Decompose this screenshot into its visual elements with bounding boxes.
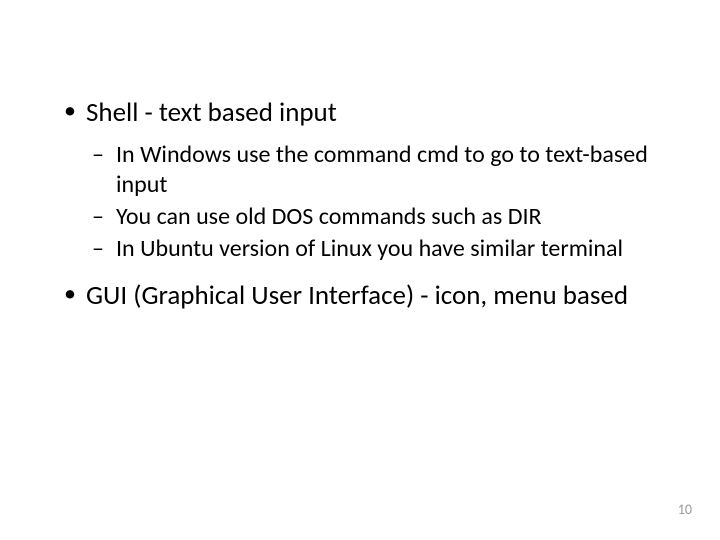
sub-bullet-item: In Ubuntu version of Linux you have simi… — [86, 234, 660, 264]
sub-bullet-item: In Windows use the command cmd to go to … — [86, 140, 660, 200]
sub-bullet-text: You can use old DOS commands such as DIR — [116, 202, 542, 231]
sub-bullet-text: In Ubuntu version of Linux you have simi… — [116, 234, 623, 263]
page-number: 10 — [678, 501, 692, 518]
sub-bullet-item: You can use old DOS commands such as DIR — [86, 202, 660, 232]
bullet-item: Shell - text based input In Windows use … — [60, 95, 660, 264]
bullet-text: Shell - text based input — [86, 96, 337, 129]
sub-bullet-list: In Windows use the command cmd to go to … — [86, 140, 660, 264]
bullet-text: GUI (Graphical User Interface) - icon, m… — [86, 279, 628, 312]
bullet-item: GUI (Graphical User Interface) - icon, m… — [60, 278, 660, 313]
slide-content: Shell - text based input In Windows use … — [0, 0, 720, 313]
sub-bullet-text: In Windows use the command cmd to go to … — [116, 140, 648, 199]
bullet-list: Shell - text based input In Windows use … — [60, 95, 660, 313]
